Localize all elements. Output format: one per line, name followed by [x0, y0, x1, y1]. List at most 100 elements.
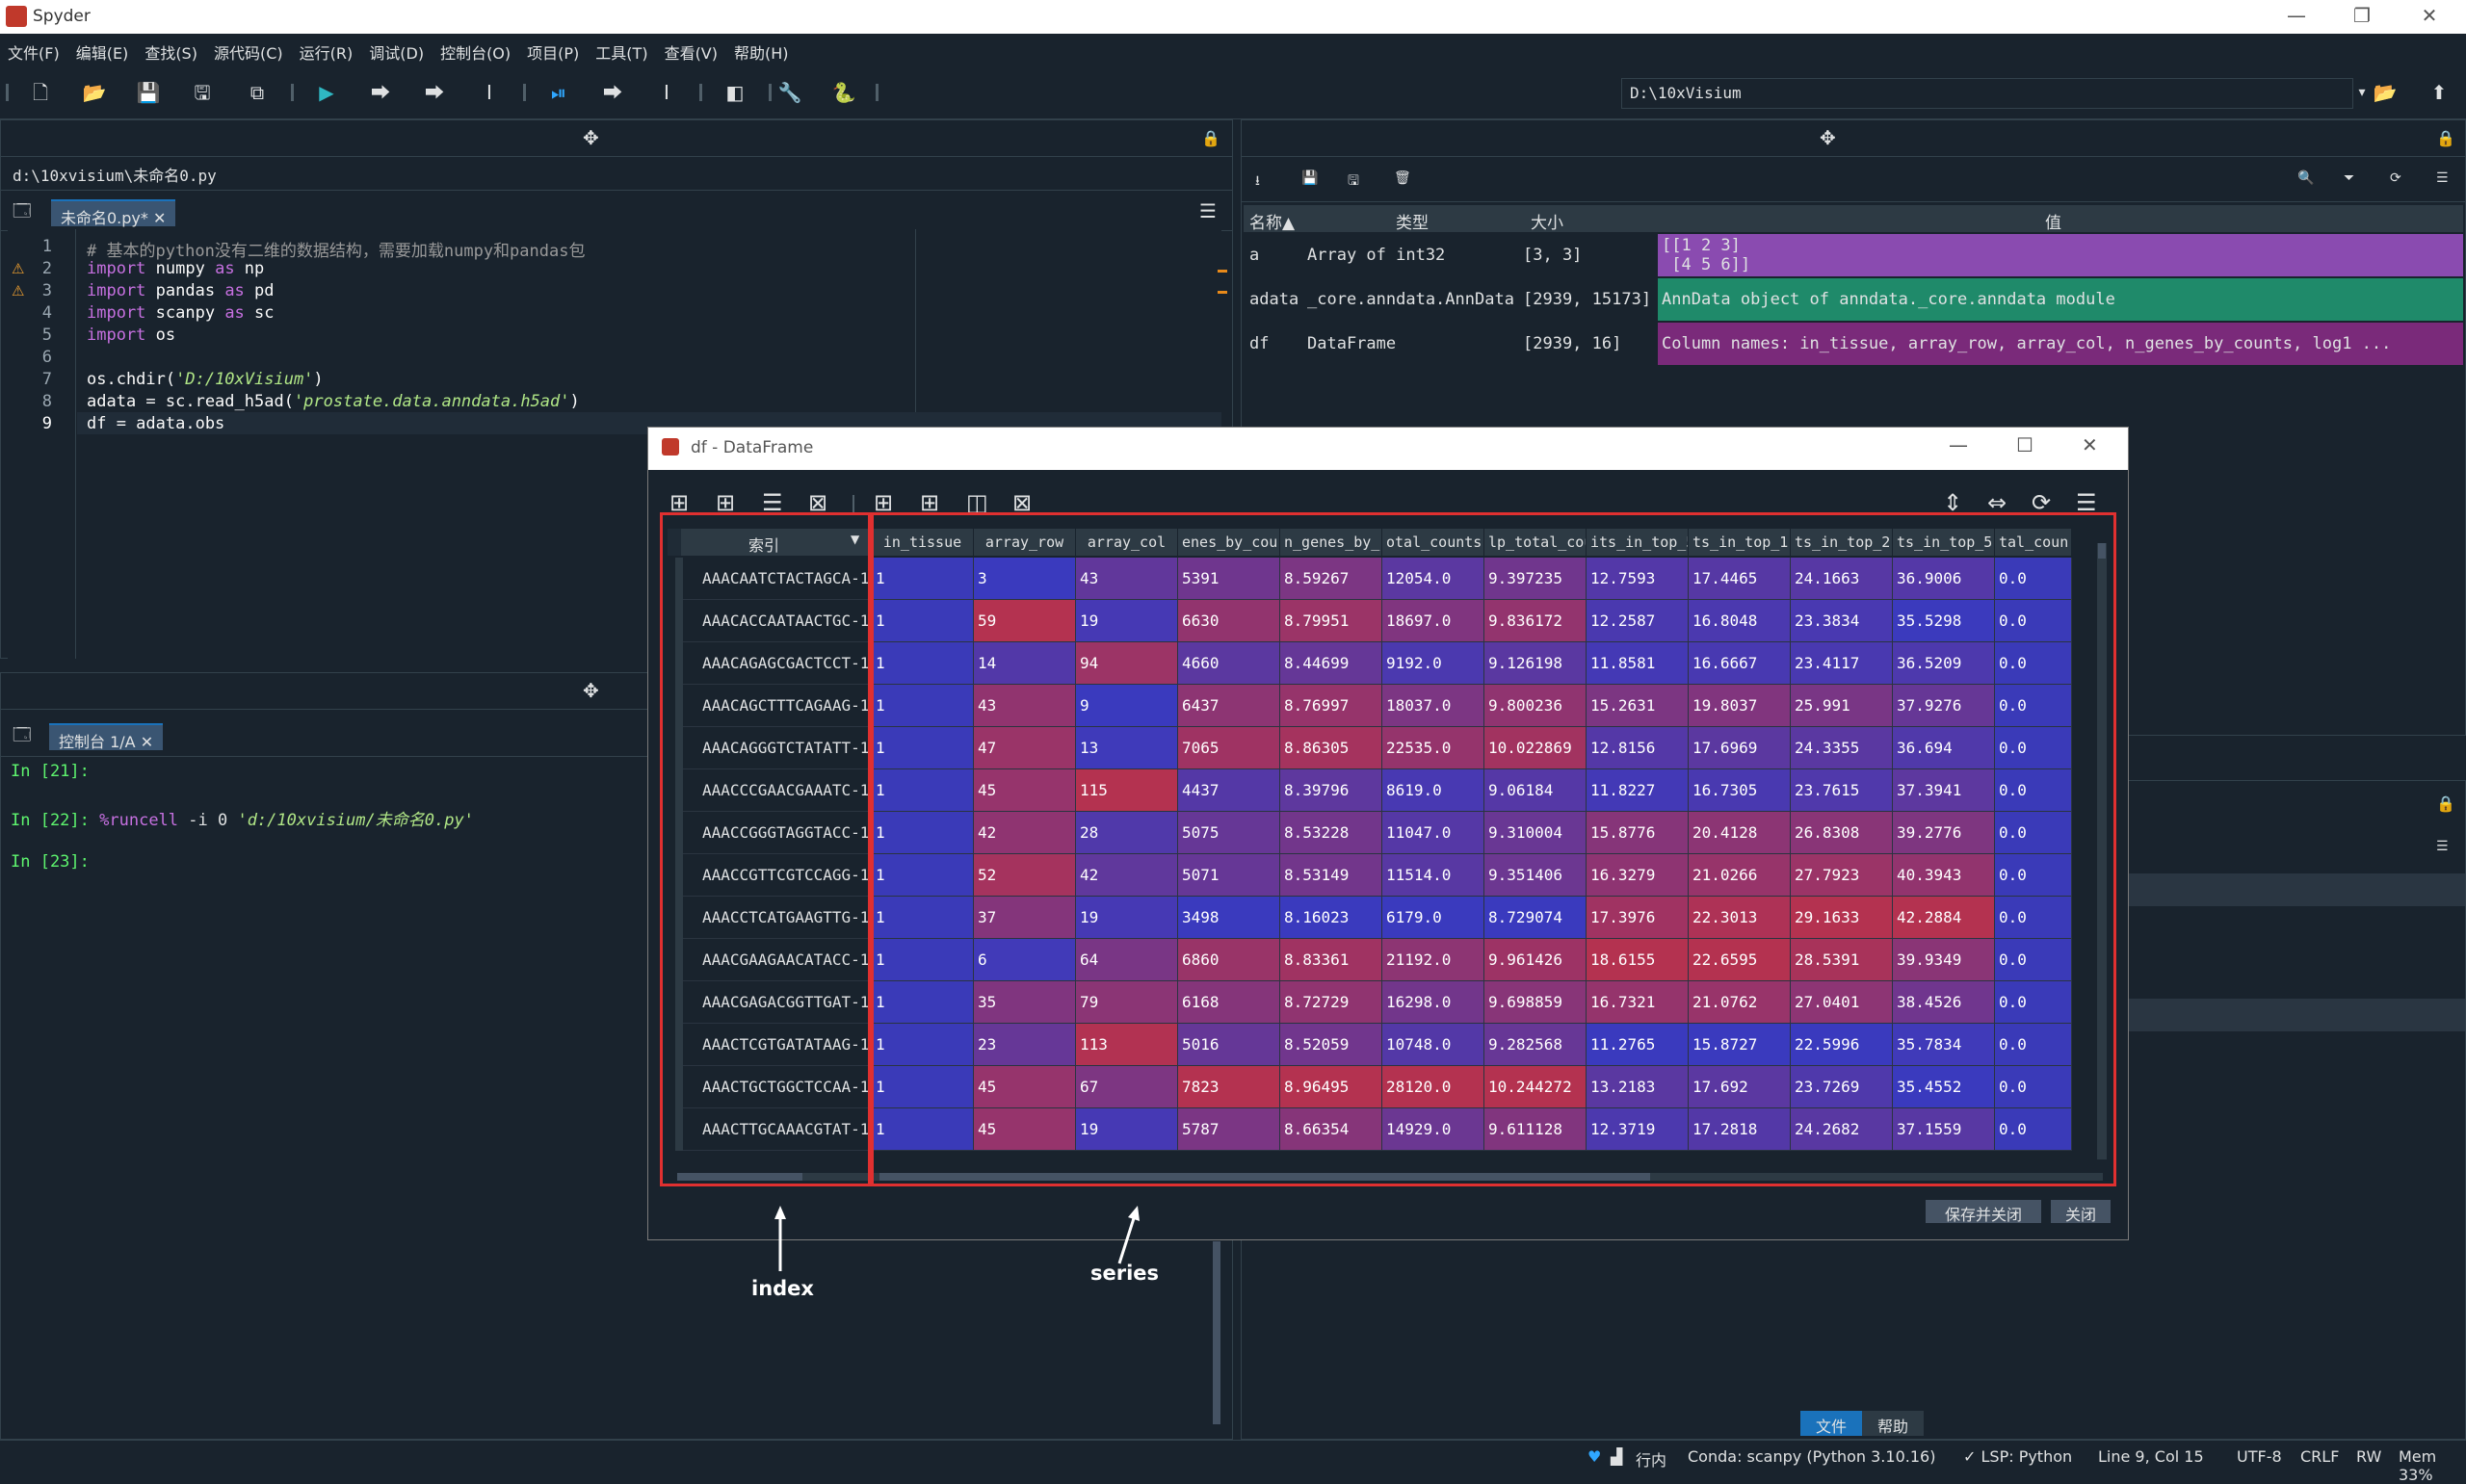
menu-debug[interactable]: 调试(D)	[361, 34, 433, 66]
browse-tabs-icon[interactable]: 🗔	[13, 199, 32, 228]
lock-icon[interactable]: 🔒	[2436, 794, 2455, 813]
console-tab[interactable]: 控制台 1/A ✕	[49, 723, 164, 751]
menu-tools[interactable]: 工具(T)	[588, 34, 656, 66]
variable-value: Column names: in_tissue, array_row, arra…	[1662, 334, 2392, 353]
move-pane-icon[interactable]: ✥	[1820, 126, 1836, 149]
lock-icon[interactable]: 🔒	[1201, 129, 1220, 147]
col-header-name[interactable]: 名称▲	[1249, 209, 1295, 233]
dataframe-editor-dialog: df - DataFrame — ☐ ✕ ⊞ ⊞ ☰ ⊠ ⊞ ⊞ ◫ ⊠ ⇕ ⇔…	[647, 427, 2129, 1240]
remove-all-variables-icon[interactable]: 🗑	[1394, 170, 1411, 186]
warning-icon: ⚠	[12, 282, 25, 299]
menu-projects[interactable]: 项目(P)	[519, 34, 588, 66]
console-scrollbar[interactable]	[1213, 1241, 1220, 1424]
save-data-as-icon[interactable]: 🖫	[1348, 170, 1359, 194]
parent-directory-icon[interactable]: ⬆	[2426, 79, 2453, 106]
col-header-size[interactable]: 大小	[1531, 209, 1563, 233]
editor-tab[interactable]: 未命名0.py* ✕	[51, 199, 176, 227]
close-button[interactable]: ✕	[2410, 4, 2449, 27]
new-file-icon[interactable]: 🗋	[27, 79, 54, 106]
menu-view[interactable]: 查看(V)	[657, 34, 726, 66]
save-and-close-button[interactable]: 保存并关闭	[1926, 1200, 2041, 1224]
debug-cell-icon[interactable]: ⮕	[599, 79, 626, 106]
options-menu-icon[interactable]: ☰	[2436, 839, 2449, 854]
dialog-close-button[interactable]: ✕	[2082, 433, 2098, 456]
menu-file[interactable]: 文件(F)	[0, 34, 68, 66]
create-cell-icon[interactable]: ⧉	[244, 79, 271, 106]
dialog-minimize-button[interactable]: —	[1949, 433, 1968, 456]
close-dialog-button[interactable]: 关闭	[2051, 1200, 2111, 1224]
status-conda[interactable]: Conda: scanpy (Python 3.10.16)	[1688, 1447, 1935, 1466]
variable-value-cell: [[1 2 3] [4 5 6]]	[1658, 234, 2463, 276]
console-tab-label: 控制台 1/A	[59, 733, 136, 751]
lock-icon[interactable]: 🔒	[2436, 129, 2455, 147]
menu-run[interactable]: 运行(R)	[292, 34, 362, 66]
list-item-selected[interactable]	[2128, 999, 2465, 1031]
move-pane-icon[interactable]: ✥	[583, 679, 599, 702]
maximize-button[interactable]: ❐	[2343, 4, 2381, 27]
dialog-maximize-button[interactable]: ☐	[2016, 433, 2033, 456]
status-memory: Mem 33%	[2399, 1447, 2437, 1484]
save-icon[interactable]: 💾	[135, 79, 162, 106]
index-arrowhead	[774, 1206, 786, 1219]
preferences-wrench-icon[interactable]: 🔧	[776, 79, 803, 106]
debug-file-icon[interactable]: ⏯	[545, 79, 572, 106]
variable-row[interactable]: df DataFrame [2939, 16] Column names: in…	[1244, 323, 2463, 365]
search-icon[interactable]: 🔍	[2297, 170, 2314, 186]
variable-row[interactable]: a Array of int32 [3, 3] [[1 2 3] [4 5 6]…	[1244, 234, 2463, 276]
run-file-icon[interactable]: ▶	[313, 79, 340, 106]
spyder-logo-icon	[6, 6, 27, 27]
list-item-selected[interactable]	[2128, 873, 2465, 906]
python-path-icon[interactable]: 🐍	[830, 79, 857, 106]
console-line: In [21]:	[11, 762, 90, 781]
status-lsp[interactable]: ✓ LSP: Python	[1963, 1447, 2072, 1466]
run-cell-advance-icon[interactable]: ⮕	[421, 79, 448, 106]
browse-tabs-icon[interactable]: 🗔	[13, 723, 32, 752]
toolbar-separator	[6, 84, 9, 101]
refresh-icon[interactable]: ⟳	[2390, 170, 2401, 186]
editor-pane-header: ✥ 🔒	[1, 120, 1232, 157]
editor-options-menu-icon[interactable]: ☰	[1199, 199, 1217, 222]
col-header-type[interactable]: 类型	[1396, 209, 1429, 233]
warning-marker	[1218, 291, 1227, 294]
col-header-value[interactable]: 值	[2045, 209, 2061, 233]
variable-row[interactable]: adata _core.anndata.AnnData [2939, 15173…	[1244, 278, 2463, 321]
menu-source[interactable]: 源代码(C)	[206, 34, 292, 66]
menu-consoles[interactable]: 控制台(O)	[433, 34, 519, 66]
variable-value-cell: AnnData object of anndata._core.anndata …	[1658, 278, 2463, 321]
status-inline[interactable]: 行内	[1636, 1447, 1666, 1471]
toolbar-separator	[523, 84, 526, 101]
import-data-icon[interactable]: ⭳	[1255, 170, 1260, 194]
close-tab-icon[interactable]: ✕	[141, 733, 153, 751]
menu-search[interactable]: 查找(S)	[137, 34, 206, 66]
close-tab-icon[interactable]: ✕	[153, 209, 166, 227]
line-number: 7	[41, 370, 52, 389]
variable-type: DataFrame	[1307, 334, 1397, 353]
working-directory-input[interactable]: D:\10xVisium	[1621, 78, 2353, 109]
variable-name: a	[1249, 246, 1260, 265]
line-number: 8	[41, 392, 52, 411]
save-data-icon[interactable]: 💾	[1301, 170, 1318, 186]
filter-icon[interactable]: ⏷	[2344, 170, 2354, 186]
menu-edit[interactable]: 编辑(E)	[68, 34, 138, 66]
tab-files[interactable]: 文件	[1800, 1411, 1862, 1436]
run-cell-icon[interactable]: ⮕	[367, 79, 394, 106]
save-all-icon[interactable]: 🖫	[189, 79, 216, 106]
variable-type: Array of int32	[1307, 246, 1446, 265]
menu-help[interactable]: 帮助(H)	[726, 34, 798, 66]
options-menu-icon[interactable]: ☰	[2436, 170, 2449, 186]
maximize-pane-icon[interactable]: ◧	[721, 79, 748, 106]
minimize-button[interactable]: —	[2277, 4, 2316, 27]
browse-directory-icon[interactable]: 📂	[2372, 79, 2399, 106]
open-file-icon[interactable]: 📂	[81, 79, 108, 106]
gutter-divider	[75, 229, 76, 659]
toolbar-separator	[699, 84, 702, 101]
dialog-titlebar: df - DataFrame — ☐ ✕	[648, 428, 2128, 470]
code-line: df = adata.obs	[87, 414, 225, 433]
debug-selection-icon[interactable]: Ⅰ	[653, 79, 680, 106]
line-number: 4	[41, 303, 52, 323]
tab-help[interactable]: 帮助	[1862, 1411, 1924, 1436]
run-selection-icon[interactable]: Ⅰ	[476, 79, 503, 106]
move-pane-icon[interactable]: ✥	[583, 126, 599, 149]
warning-marker	[1218, 270, 1227, 273]
annotation-index-label: index	[751, 1277, 814, 1300]
